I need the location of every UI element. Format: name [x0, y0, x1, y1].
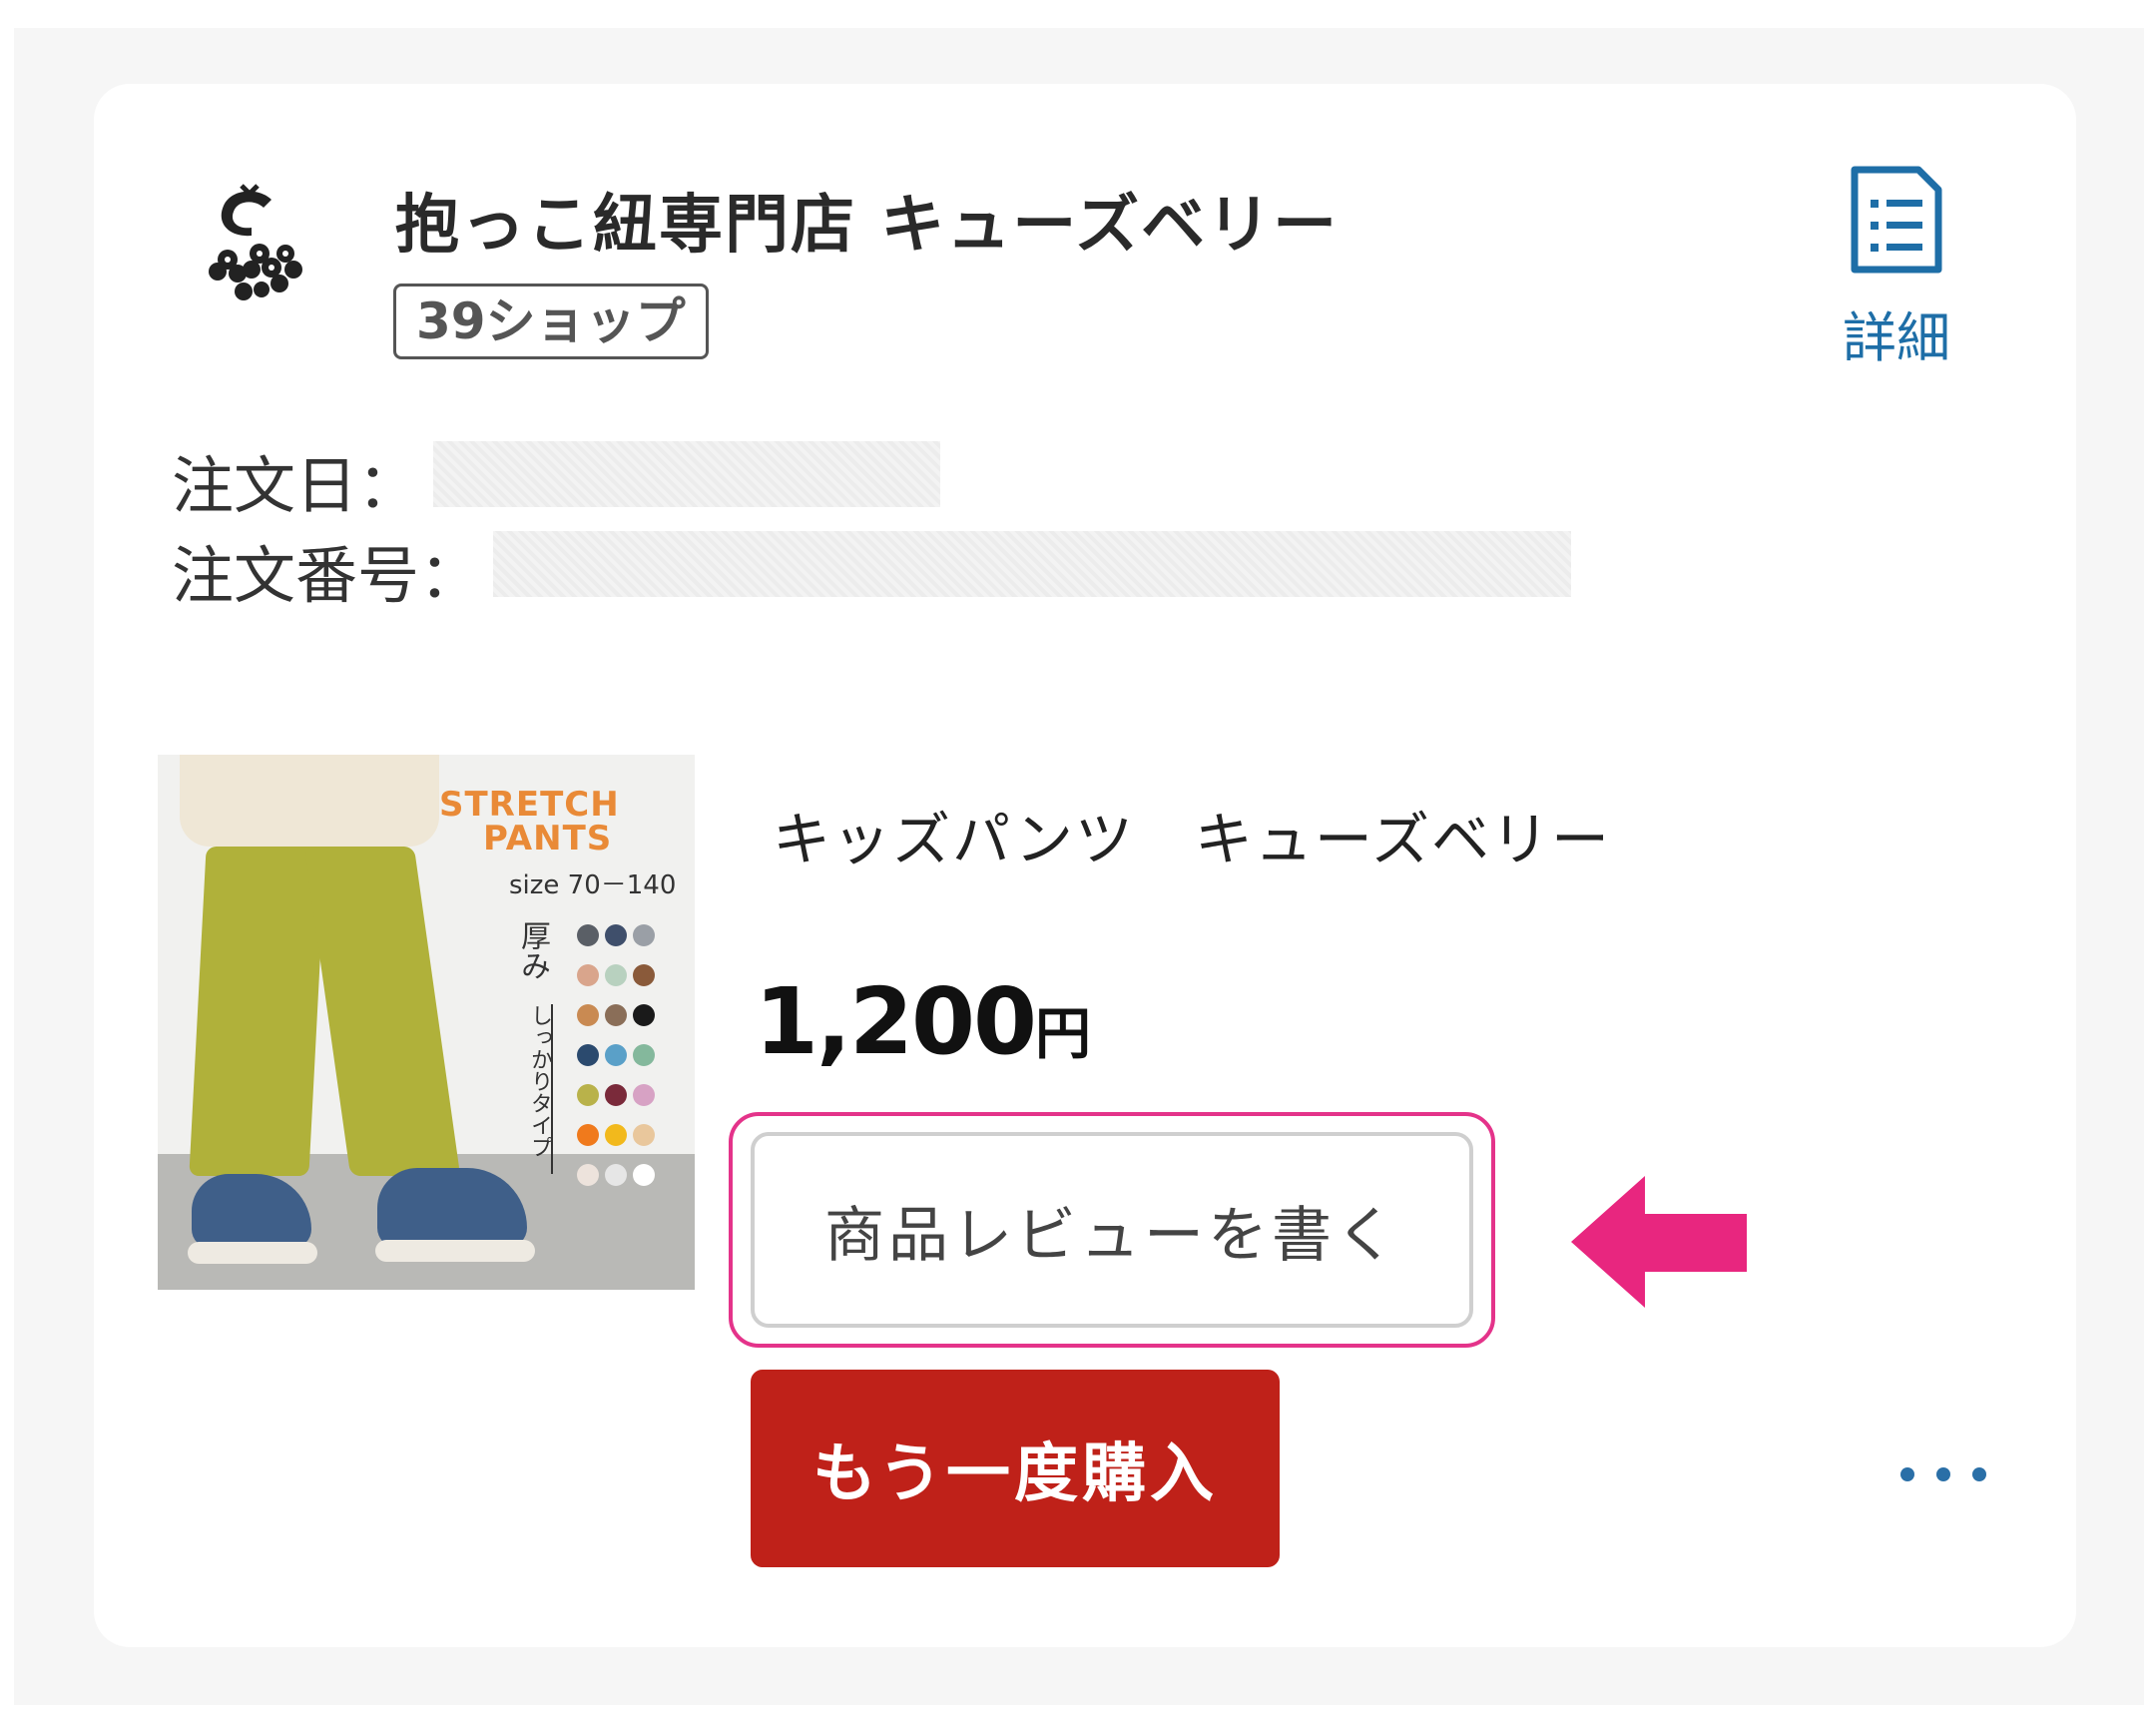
image-sole-left	[188, 1242, 317, 1264]
order-number-label: 注文番号：	[172, 539, 482, 612]
image-shirt	[180, 755, 439, 847]
color-swatch	[633, 1084, 655, 1106]
detail-button[interactable]: 詳細	[1827, 166, 1966, 377]
color-swatch	[577, 1004, 599, 1026]
image-pants-left	[189, 847, 326, 1176]
buy-again-button[interactable]: もう一度購入	[751, 1370, 1280, 1567]
image-color-swatches	[577, 924, 661, 1204]
order-date-value-redacted	[433, 441, 940, 507]
image-sole-right	[375, 1240, 535, 1262]
order-number-value-redacted	[493, 531, 1571, 597]
shop-name[interactable]: 抱っこ紐専門店 キューズベリー	[395, 174, 1339, 266]
more-options-button[interactable]	[1900, 1457, 1990, 1493]
product-title[interactable]: キッズパンツ キューズベリー	[773, 793, 1611, 876]
more-dots-icon	[1936, 1467, 1950, 1481]
color-swatch	[605, 1084, 627, 1106]
color-swatch	[577, 924, 599, 946]
shop-badge: 39ショップ	[393, 284, 709, 359]
color-swatch	[605, 1164, 627, 1186]
more-dots-icon	[1900, 1467, 1914, 1481]
color-swatch	[605, 1124, 627, 1146]
image-sub-text: しっかりタイプ	[527, 1004, 552, 1158]
price-unit: 円	[1035, 1002, 1092, 1067]
document-list-icon	[1851, 166, 1942, 274]
color-swatch	[577, 1164, 599, 1186]
image-size-text: size 70－140	[509, 870, 677, 900]
product-price: 1,200円	[755, 968, 1091, 1075]
shop-logo-icon	[209, 184, 302, 300]
image-pants-right	[303, 847, 461, 1176]
order-date-label: 注文日：	[172, 449, 420, 522]
color-swatch	[633, 1004, 655, 1026]
write-review-label: 商品レビューを書く	[824, 1200, 1399, 1271]
color-swatch	[633, 1044, 655, 1066]
image-thick-text: 厚み	[515, 920, 550, 980]
write-review-button[interactable]: 商品レビューを書く	[751, 1132, 1473, 1328]
color-swatch	[605, 1004, 627, 1026]
color-swatch	[577, 1044, 599, 1066]
color-swatch	[577, 1124, 599, 1146]
color-swatch	[605, 964, 627, 986]
color-swatch	[633, 1124, 655, 1146]
color-swatch	[633, 964, 655, 986]
image-divider	[551, 1004, 553, 1174]
product-image[interactable]: STRETCH PANTS size 70－140 厚み しっかりタイプ	[158, 755, 695, 1290]
buy-again-label: もう一度購入	[811, 1437, 1219, 1511]
color-swatch	[633, 1164, 655, 1186]
more-dots-icon	[1972, 1467, 1986, 1481]
color-swatch	[577, 1084, 599, 1106]
price-number: 1,200	[755, 968, 1037, 1075]
color-swatch	[605, 924, 627, 946]
color-swatch	[633, 924, 655, 946]
image-brand-line2: PANTS	[483, 819, 613, 858]
pointer-arrow-icon	[1571, 1176, 1747, 1308]
color-swatch	[605, 1044, 627, 1066]
detail-label: 詳細	[1843, 306, 1950, 369]
color-swatch	[577, 964, 599, 986]
